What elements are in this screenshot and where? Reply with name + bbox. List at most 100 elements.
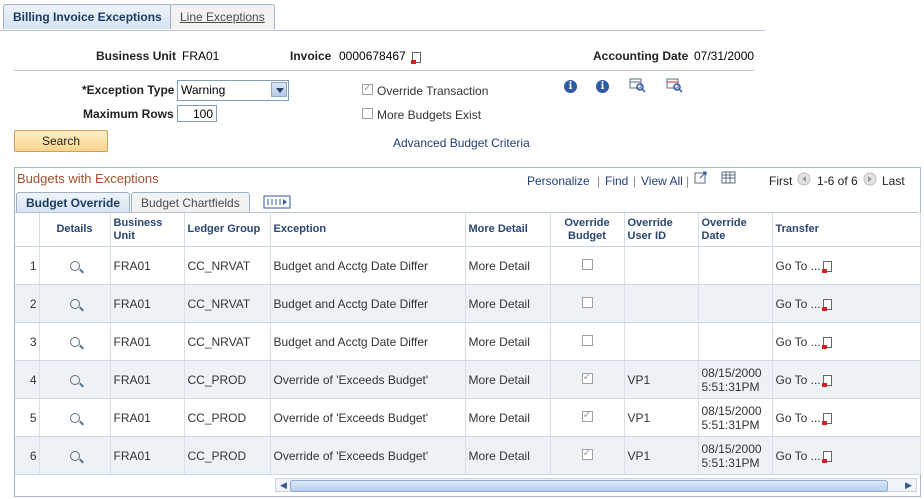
personalize-link[interactable]: Personalize — [527, 174, 590, 188]
transfer-cell[interactable]: Go To ... — [772, 284, 921, 323]
scroll-left-icon[interactable]: ◀ — [277, 479, 290, 491]
row-number: 5 — [15, 398, 40, 437]
more-detail-link[interactable]: More Detail — [465, 246, 551, 285]
go-to-link[interactable]: Go To ... — [776, 373, 821, 387]
new-window-icon[interactable] — [694, 171, 708, 184]
override-budget-cell — [550, 284, 625, 323]
more-detail-link[interactable]: More Detail — [465, 322, 551, 361]
transfer-cell[interactable]: Go To ... — [772, 436, 921, 475]
scroll-right-icon[interactable]: ▶ — [902, 479, 915, 491]
override-user-cell: VP1 — [624, 436, 699, 475]
ledger-group-cell: CC_PROD — [184, 360, 271, 399]
transfer-document-icon[interactable] — [821, 412, 832, 425]
business-unit-cell: FRA01 — [110, 398, 185, 437]
zoom-detail-icon[interactable] — [69, 299, 80, 310]
show-all-columns-icon[interactable] — [263, 195, 291, 209]
go-to-link[interactable]: Go To ... — [776, 297, 821, 311]
download-grid-icon[interactable] — [721, 171, 736, 184]
more-detail-link[interactable]: More Detail — [465, 284, 551, 323]
override-budget-checkbox[interactable] — [581, 446, 593, 460]
row-number: 6 — [15, 436, 40, 475]
zoom-detail-icon[interactable] — [69, 413, 80, 424]
transfer-document-icon[interactable] — [821, 450, 832, 463]
details-cell — [39, 246, 111, 285]
previous-arrow-icon[interactable] — [797, 172, 811, 186]
search-button[interactable]: Search — [14, 130, 108, 152]
override-time-value: 5:51:31PM — [701, 455, 760, 470]
zoom-detail-icon[interactable] — [69, 261, 80, 272]
transfer-cell[interactable]: Go To ... — [772, 360, 921, 399]
more-detail-link[interactable]: More Detail — [465, 398, 551, 437]
info-icon[interactable]: i — [564, 80, 577, 93]
exception-type-select[interactable]: Warning — [177, 80, 289, 101]
override-budget-cell — [550, 322, 625, 361]
grid-title: Budgets with Exceptions — [17, 171, 159, 186]
tab-line-exceptions-label: Line Exceptions — [180, 10, 265, 24]
view-budget-icon[interactable] — [629, 77, 647, 93]
advanced-budget-criteria-link[interactable]: Advanced Budget Criteria — [393, 136, 530, 150]
info-icon-2[interactable]: i — [596, 80, 609, 93]
business-unit-cell: FRA01 — [110, 284, 185, 323]
business-unit-value: FRA01 — [182, 49, 220, 63]
ledger-group-cell: CC_NRVAT — [184, 284, 271, 323]
more-budgets-checkbox[interactable] — [362, 108, 373, 119]
go-to-link[interactable]: Go To ... — [776, 411, 821, 425]
go-to-link[interactable]: Go To ... — [776, 449, 821, 463]
zoom-detail-icon[interactable] — [69, 337, 80, 348]
next-arrow-icon[interactable] — [863, 172, 877, 186]
max-rows-input[interactable]: 100 — [177, 105, 217, 122]
more-detail-link[interactable]: More Detail — [465, 360, 551, 399]
exception-cell: Override of 'Exceeds Budget' — [270, 436, 466, 475]
override-budget-cell — [550, 398, 625, 437]
view-all-link[interactable]: View All — [641, 174, 683, 188]
invoice-document-icon[interactable] — [411, 52, 421, 65]
table-row: 4 FRA01 CC_PROD Override of 'Exceeds Budget… — [15, 360, 921, 399]
table-row: 6 FRA01 CC_PROD Override of 'Exceeds Budget… — [15, 436, 921, 475]
details-cell — [39, 360, 111, 399]
transfer-cell[interactable]: Go To ... — [772, 322, 921, 361]
transfer-document-icon[interactable] — [821, 374, 832, 387]
find-link[interactable]: Find — [605, 174, 628, 188]
override-transaction-checkbox[interactable] — [362, 81, 373, 95]
col-more-detail: More Detail — [465, 213, 551, 247]
tab-billing-invoice-exceptions[interactable]: Billing Invoice Exceptions — [3, 4, 172, 29]
override-budget-checkbox[interactable] — [581, 296, 593, 308]
first-label[interactable]: First — [769, 174, 792, 188]
chevron-down-icon[interactable] — [271, 82, 287, 97]
table-header-row: Details Business Unit Ledger Group Excep… — [15, 213, 921, 247]
tab-line-exceptions[interactable]: Line Exceptions — [170, 4, 275, 29]
override-budget-checkbox[interactable] — [581, 408, 593, 422]
override-time-value: 5:51:31PM — [701, 379, 760, 394]
transfer-cell[interactable]: Go To ... — [772, 246, 921, 285]
col-row-number — [15, 213, 40, 247]
view-details-icon[interactable] — [666, 77, 684, 93]
nav-separator: | — [597, 174, 601, 188]
transfer-cell[interactable]: Go To ... — [772, 398, 921, 437]
horizontal-scrollbar[interactable]: ◀ ▶ — [275, 478, 917, 492]
row-number: 2 — [15, 284, 40, 323]
transfer-document-icon[interactable] — [821, 336, 832, 349]
go-to-link[interactable]: Go To ... — [776, 335, 821, 349]
header-divider — [14, 70, 754, 71]
subtab-budget-chartfields[interactable]: Budget Chartfields — [131, 192, 250, 213]
zoom-detail-icon[interactable] — [69, 451, 80, 462]
override-date-value: 08/15/2000 — [701, 403, 762, 418]
override-date-cell: 08/15/2000 5:51:31PM — [698, 398, 773, 437]
override-budget-checkbox[interactable] — [581, 258, 593, 270]
last-label[interactable]: Last — [882, 174, 905, 188]
override-budget-cell — [550, 360, 625, 399]
details-cell — [39, 322, 111, 361]
ledger-group-cell: CC_NRVAT — [184, 322, 271, 361]
scrollbar-thumb[interactable] — [290, 480, 888, 492]
transfer-document-icon[interactable] — [821, 298, 832, 311]
col-override-budget: Override Budget — [550, 213, 625, 247]
go-to-link[interactable]: Go To ... — [776, 259, 821, 273]
row-number: 1 — [15, 246, 40, 285]
override-budget-checkbox[interactable] — [581, 370, 593, 384]
transfer-document-icon[interactable] — [821, 260, 832, 273]
override-budget-checkbox[interactable] — [581, 334, 593, 346]
more-detail-link[interactable]: More Detail — [465, 436, 551, 475]
subtab-budget-override[interactable]: Budget Override — [16, 192, 131, 213]
col-ledger-group: Ledger Group — [184, 213, 271, 247]
zoom-detail-icon[interactable] — [69, 375, 80, 386]
